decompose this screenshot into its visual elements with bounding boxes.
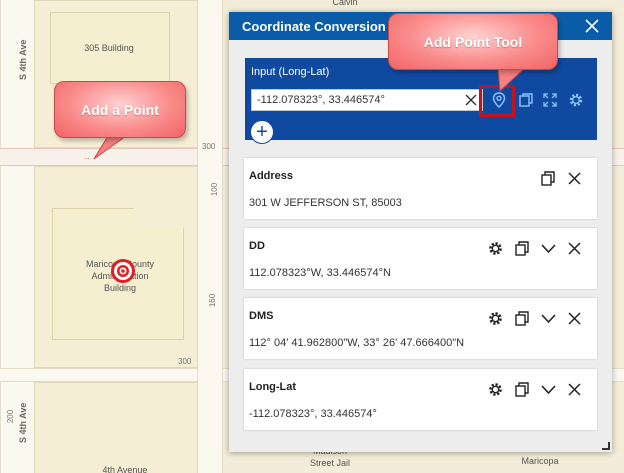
- resize-handle[interactable]: [602, 442, 610, 450]
- street-label-s-4th-ave-top: S 4th Ave: [18, 39, 28, 80]
- label-maricopa-bottom: Maricopa: [521, 456, 559, 466]
- card-long-lat: Long-Lat -112.078323°, 33.446574°: [244, 369, 597, 430]
- copy-icon[interactable]: [514, 240, 531, 257]
- copy-icon[interactable]: [514, 381, 531, 398]
- callout-add-point: Add a Point: [54, 81, 186, 160]
- address-number-160: 160: [208, 293, 218, 308]
- card-value: 112° 04' 41.962800"W, 33° 26' 47.666400"…: [249, 337, 465, 349]
- card-title: Long-Lat: [249, 381, 297, 393]
- copy-icon[interactable]: [540, 170, 557, 187]
- address-number-300-top: 300: [202, 142, 216, 151]
- copy-icon[interactable]: [517, 91, 535, 109]
- close-icon[interactable]: [566, 170, 583, 187]
- callout-add-point-tool: Add Point Tool: [388, 13, 558, 93]
- close-icon[interactable]: [582, 16, 602, 36]
- label-calvin: Calvin: [332, 0, 358, 7]
- card-address: Address 301 W JEFFERSON ST, 85003: [244, 158, 597, 219]
- chevron-down-icon[interactable]: [540, 240, 557, 257]
- chevron-down-icon[interactable]: [540, 381, 557, 398]
- address-number-100: 100: [210, 182, 220, 197]
- coordinate-input-value: -112.078323°, 33.446574°: [257, 94, 385, 106]
- gear-icon[interactable]: [567, 91, 585, 109]
- gear-icon[interactable]: [487, 310, 504, 327]
- target-marker-icon[interactable]: [110, 258, 136, 284]
- gear-icon[interactable]: [487, 240, 504, 257]
- clear-icon[interactable]: [464, 93, 478, 107]
- card-title: DMS: [249, 310, 274, 322]
- plus-icon[interactable]: +: [250, 120, 274, 144]
- card-value: 112.078323°W, 33.446574°N: [249, 267, 391, 279]
- address-number-200: 200: [6, 409, 16, 424]
- street-label-s-4th-ave-bottom: S 4th Ave: [18, 402, 28, 443]
- card-title: DD: [249, 240, 265, 252]
- close-icon[interactable]: [566, 310, 583, 327]
- chevron-down-icon[interactable]: [540, 310, 557, 327]
- card-value: 301 W JEFFERSON ST, 85003: [249, 197, 402, 209]
- card-value: -112.078323°, 33.446574°: [249, 408, 377, 420]
- card-dd: DD 112.078323°W, 33.446574°N: [244, 228, 597, 289]
- label-madison-jail-2: Street Jail: [309, 458, 351, 468]
- callout-add-point-label: Add a Point: [54, 81, 186, 138]
- card-title: Address: [249, 170, 294, 182]
- map-block-bottom: [34, 382, 198, 473]
- address-number-300-bottom: 300: [178, 357, 192, 366]
- close-icon[interactable]: [566, 240, 583, 257]
- input-label: Input (Long-Lat): [251, 66, 330, 78]
- copy-icon[interactable]: [514, 310, 531, 327]
- street-3rd-ave: [197, 0, 223, 473]
- expand-icon[interactable]: [541, 91, 559, 109]
- panel-title: Coordinate Conversion: [242, 18, 386, 34]
- gear-icon[interactable]: [487, 381, 504, 398]
- callout-add-point-tool-label: Add Point Tool: [388, 13, 558, 70]
- label-4th-avenue: 4th Avenue: [102, 465, 148, 473]
- card-dms: DMS 112° 04' 41.962800"W, 33° 26' 47.666…: [244, 298, 597, 359]
- label-305-building: 305 Building: [84, 43, 134, 53]
- close-icon[interactable]: [566, 381, 583, 398]
